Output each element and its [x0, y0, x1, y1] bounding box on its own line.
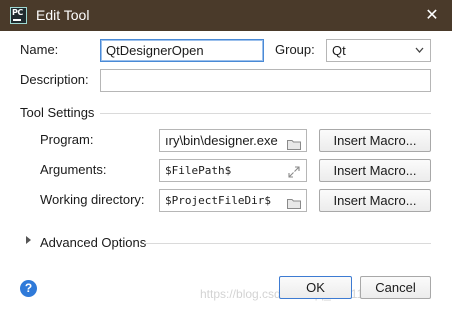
- section-divider: [100, 113, 431, 114]
- chevron-right-icon[interactable]: [26, 236, 31, 244]
- arguments-label: Arguments:: [40, 162, 107, 177]
- program-value: ıry\bin\designer.exe: [165, 133, 278, 148]
- insert-macro-button-working-dir[interactable]: Insert Macro...: [319, 189, 431, 212]
- app-icon-label: PC: [12, 8, 23, 17]
- folder-icon[interactable]: [287, 135, 301, 150]
- program-label: Program:: [40, 132, 94, 147]
- description-input[interactable]: [100, 69, 431, 92]
- working-directory-input[interactable]: $ProjectFileDir$: [159, 189, 307, 212]
- working-directory-label: Working directory:: [40, 192, 145, 207]
- close-icon[interactable]: ✕: [422, 6, 442, 26]
- insert-macro-button-arguments[interactable]: Insert Macro...: [319, 159, 431, 182]
- advanced-divider: [144, 243, 431, 244]
- title-bar: PC Edit Tool ✕: [0, 0, 452, 31]
- expand-icon[interactable]: [288, 164, 300, 178]
- arguments-value: $FilePath$: [165, 164, 232, 177]
- tool-settings-heading: Tool Settings: [20, 105, 95, 120]
- name-input[interactable]: QtDesignerOpen: [100, 39, 264, 62]
- program-input[interactable]: ıry\bin\designer.exe: [159, 129, 307, 152]
- insert-macro-button-program[interactable]: Insert Macro...: [319, 129, 431, 152]
- chevron-down-icon: [415, 40, 424, 61]
- help-icon[interactable]: ?: [20, 280, 37, 297]
- arguments-input[interactable]: $FilePath$: [159, 159, 307, 182]
- window-title: Edit Tool: [36, 7, 90, 23]
- group-combobox[interactable]: Qt: [326, 39, 431, 62]
- group-label: Group:: [275, 42, 315, 57]
- name-label: Name:: [20, 42, 59, 57]
- advanced-options-toggle[interactable]: Advanced Options: [40, 235, 146, 250]
- group-combobox-value: Qt: [332, 43, 346, 58]
- folder-icon[interactable]: [287, 195, 301, 209]
- cancel-button[interactable]: Cancel: [360, 276, 431, 299]
- ok-button[interactable]: OK: [279, 276, 352, 299]
- pycharm-app-icon: PC: [10, 7, 27, 24]
- description-label: Description:: [20, 72, 89, 87]
- working-directory-value: $ProjectFileDir$: [165, 194, 271, 207]
